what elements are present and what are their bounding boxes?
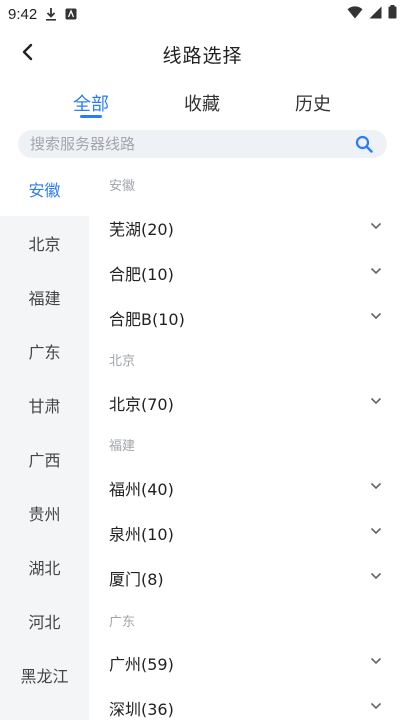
sidebar-item-hebei[interactable]: 河北 xyxy=(0,594,89,648)
group-header: 福建 xyxy=(109,439,136,454)
list-item[interactable]: 广州(59) xyxy=(89,641,405,681)
list-item[interactable]: 北京(70) xyxy=(89,381,405,421)
server-label: 广州(59) xyxy=(109,655,174,674)
server-label: 北京(70) xyxy=(109,395,174,414)
battery-icon xyxy=(388,5,397,23)
list-item[interactable]: 福州(40) xyxy=(89,466,405,506)
signal-icon xyxy=(369,5,382,23)
download-icon xyxy=(45,7,57,21)
back-arrow-icon xyxy=(21,43,35,65)
server-label: 合肥(10) xyxy=(109,265,174,284)
server-label: 厦门(8) xyxy=(109,570,164,589)
list-item[interactable]: 合肥(10) xyxy=(89,251,405,291)
server-label: 合肥B(10) xyxy=(109,310,185,329)
server-label: 深圳(36) xyxy=(109,700,174,719)
list-item[interactable]: 合肥B(10) xyxy=(89,296,405,336)
sidebar-item-gansu[interactable]: 甘肃 xyxy=(0,378,89,432)
search-input[interactable] xyxy=(30,135,330,153)
tab-all[interactable]: 全部 xyxy=(73,90,109,116)
group-header: 安徽 xyxy=(109,179,136,194)
app-notification-icon xyxy=(65,8,77,20)
chevron-down-icon xyxy=(369,568,383,582)
server-list: 安徽 芜湖(20) 合肥(10) 合肥B(10) 北京 北京(70) 福建 福州… xyxy=(89,162,405,720)
server-label: 福州(40) xyxy=(109,480,174,499)
tab-bar: 全部 收藏 历史 xyxy=(0,84,405,124)
sidebar-item-guangdong[interactable]: 广东 xyxy=(0,324,89,378)
tab-indicator xyxy=(80,115,102,118)
status-bar: 9:42 xyxy=(0,0,405,28)
list-item[interactable]: 芜湖(20) xyxy=(89,206,405,246)
province-sidebar: 安徽 北京 福建 广东 甘肃 广西 贵州 湖北 河北 黑龙江 xyxy=(0,162,89,720)
group-header: 北京 xyxy=(109,354,136,369)
group-header: 广东 xyxy=(109,615,136,630)
search-bar xyxy=(18,130,387,158)
server-label: 泉州(10) xyxy=(109,525,174,544)
chevron-down-icon xyxy=(369,263,383,277)
sidebar-item-heilongjiang[interactable]: 黑龙江 xyxy=(0,648,89,702)
server-label: 芜湖(20) xyxy=(109,220,174,239)
list-item[interactable]: 泉州(10) xyxy=(89,511,405,551)
tab-favorites[interactable]: 收藏 xyxy=(184,90,220,116)
page-title: 线路选择 xyxy=(162,44,243,67)
back-button[interactable] xyxy=(14,40,42,68)
chevron-down-icon xyxy=(369,308,383,322)
chevron-down-icon xyxy=(369,653,383,667)
chevron-down-icon xyxy=(369,698,383,712)
wifi-icon xyxy=(347,5,363,23)
chevron-down-icon xyxy=(369,393,383,407)
tab-history[interactable]: 历史 xyxy=(295,90,331,116)
sidebar-item-hubei[interactable]: 湖北 xyxy=(0,540,89,594)
list-item[interactable]: 厦门(8) xyxy=(89,556,405,596)
sidebar-item-beijing[interactable]: 北京 xyxy=(0,216,89,270)
search-icon[interactable] xyxy=(355,135,373,153)
sidebar-item-fujian[interactable]: 福建 xyxy=(0,270,89,324)
chevron-down-icon xyxy=(369,523,383,537)
chevron-down-icon xyxy=(369,478,383,492)
chevron-down-icon xyxy=(369,218,383,232)
status-time: 9:42 xyxy=(8,5,38,23)
app-header: 线路选择 xyxy=(0,28,405,80)
sidebar-item-guizhou[interactable]: 贵州 xyxy=(0,486,89,540)
sidebar-item-guangxi[interactable]: 广西 xyxy=(0,432,89,486)
list-item[interactable]: 深圳(36) xyxy=(89,686,405,720)
sidebar-item-anhui[interactable]: 安徽 xyxy=(0,162,89,216)
